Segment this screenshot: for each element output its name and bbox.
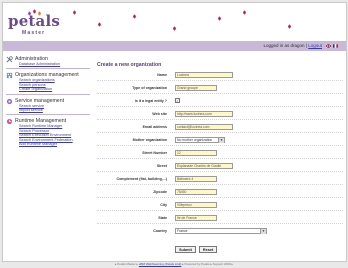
english-flag-icon[interactable]: [326, 44, 331, 48]
field-label: Type of organization: [132, 86, 167, 90]
french-flag-icon[interactable]: [333, 44, 338, 48]
name-input[interactable]: Lucinea: [175, 72, 233, 78]
select-value: No mother organization: [177, 138, 213, 142]
sidebar-link-import-service[interactable]: Import service: [19, 108, 93, 112]
sidebar-divider: [6, 114, 90, 116]
field-label: Complement (flat, building,...): [116, 177, 167, 181]
field-label: Street: [156, 164, 167, 168]
main-content: Create a new organization Name Lucinea T…: [97, 62, 343, 253]
submit-button[interactable]: Submit: [175, 246, 196, 253]
chevron-down-icon[interactable]: ▼: [218, 138, 224, 143]
city-input[interactable]: Villepreux: [175, 202, 217, 208]
country-select[interactable]: France ▼: [175, 228, 267, 234]
form-buttons: Submit Reset: [175, 246, 219, 253]
sidebar-divider: [6, 68, 90, 70]
sidebar-section-organizations: Organizations management Search organiza…: [6, 72, 93, 91]
form-row-mother-organization: Mother organization No mother organizati…: [97, 137, 343, 145]
field-label: Zipcode: [153, 190, 167, 194]
field-label: Street Number: [142, 151, 167, 155]
form-row-website: Web site http://www.lucinea.com: [97, 111, 343, 119]
sidebar-link-create-organization[interactable]: Create organization: [19, 87, 93, 91]
logo-text: petals: [8, 12, 61, 30]
footer-link[interactable]: eBM WebSourcing (Petals Link): [139, 262, 181, 266]
sidebar-divider: [6, 93, 90, 95]
login-prefix: Logged in as: [263, 43, 290, 48]
sidebar-section-administration: Administration Database Administration: [6, 56, 93, 66]
form-row-legal-entity: Is it a legal entity ? ✓: [97, 98, 343, 106]
service-icon: [6, 98, 13, 104]
field-label: Is it a legal entity ?: [134, 99, 167, 103]
state-input[interactable]: Ile de France: [175, 215, 217, 221]
form-row-street-number: Street Number 12: [97, 150, 343, 158]
header: petals Master: [3, 3, 346, 40]
row-divider: [97, 106, 343, 107]
row-divider: [97, 80, 343, 81]
logo-subtitle: Master: [22, 30, 46, 36]
row-divider: [97, 93, 343, 94]
page-frame: petals Master Logged in as dragon | Logo…: [2, 2, 347, 262]
top-bar: Logged in as dragon | Logout: [3, 41, 346, 51]
petal-decoration: [97, 22, 102, 27]
form-row-street: Street Esplanade Charles de Gaulle: [97, 163, 343, 171]
sidebar-link-add-runtime-manager[interactable]: Add Runtime Manager: [19, 142, 93, 146]
row-divider: [97, 132, 343, 133]
form-row-country: Country France ▼: [97, 228, 343, 236]
zipcode-input[interactable]: 78450: [175, 189, 217, 195]
form-row-state: State Ile de France: [97, 215, 343, 223]
field-label: Mother organization: [132, 138, 167, 142]
petal-decoration: [287, 24, 292, 29]
form-row-name: Name Lucinea: [97, 72, 343, 80]
logout-link[interactable]: Logout: [308, 43, 322, 48]
mother-organization-select[interactable]: No mother organization ▼: [175, 137, 225, 143]
row-divider: [97, 223, 343, 224]
row-divider: [97, 171, 343, 172]
form-row-type: Type of organization Grand groupe: [97, 85, 343, 93]
field-label: Web site: [152, 112, 167, 116]
petal-decoration: [172, 26, 177, 31]
petal-decoration: [72, 10, 77, 15]
row-divider: [97, 158, 343, 159]
type-input[interactable]: Grand groupe: [175, 85, 217, 91]
field-label: State: [158, 216, 167, 220]
petal-decoration: [217, 16, 222, 21]
page-title: Create a new organization: [97, 62, 162, 68]
row-divider: [97, 184, 343, 185]
street-number-input[interactable]: 12: [175, 150, 217, 156]
email-input[interactable]: contact@lucinea.com: [175, 124, 233, 130]
footer-prefix: ▸ Petals Master ▸: [114, 262, 138, 266]
form-row-city: City Villepreux: [97, 202, 343, 210]
street-input[interactable]: Esplanade Charles de Gaulle: [175, 163, 233, 169]
runtime-icon: [6, 119, 13, 125]
form-row-zipcode: Zipcode 78450: [97, 189, 343, 197]
petal-decoration: [132, 14, 137, 19]
login-user: dragon: [290, 43, 305, 48]
field-label: City: [160, 203, 167, 207]
field-label: Name: [157, 73, 167, 77]
select-value: France: [177, 229, 188, 233]
login-status: Logged in as dragon | Logout: [263, 43, 323, 48]
row-divider: [97, 210, 343, 211]
sidebar: Administration Database Administration O…: [3, 53, 93, 253]
row-divider: [97, 119, 343, 120]
sidebar-section-service: Service management Search service Import…: [6, 98, 93, 113]
reset-button[interactable]: Reset: [198, 246, 218, 253]
wrench-icon: [6, 56, 13, 63]
petal-decoration: [242, 10, 247, 15]
complement-input[interactable]: Bâtiment 4: [175, 176, 217, 182]
row-divider: [97, 145, 343, 146]
field-label: Email address: [142, 125, 167, 129]
legal-entity-checkbox[interactable]: ✓: [175, 98, 180, 103]
footer: ▸ Petals Master ▸ eBM WebSourcing (Petal…: [0, 262, 348, 266]
field-label: Country: [153, 229, 167, 233]
sidebar-link-database-administration[interactable]: Database Administration: [19, 62, 93, 66]
row-divider: [97, 197, 343, 198]
form-row-email: Email address contact@lucinea.com: [97, 124, 343, 132]
chevron-down-icon[interactable]: ▼: [260, 229, 266, 234]
website-input[interactable]: http://www.lucinea.com: [175, 111, 233, 117]
organization-icon: [6, 73, 13, 79]
sidebar-section-runtime: Runtime Management Search Runtime Manage…: [6, 118, 93, 146]
footer-suffix: ▸ Powered by Petals ▸ Support 2009 ▸: [182, 262, 234, 266]
form-row-complement: Complement (flat, building,...) Bâtiment…: [97, 176, 343, 184]
